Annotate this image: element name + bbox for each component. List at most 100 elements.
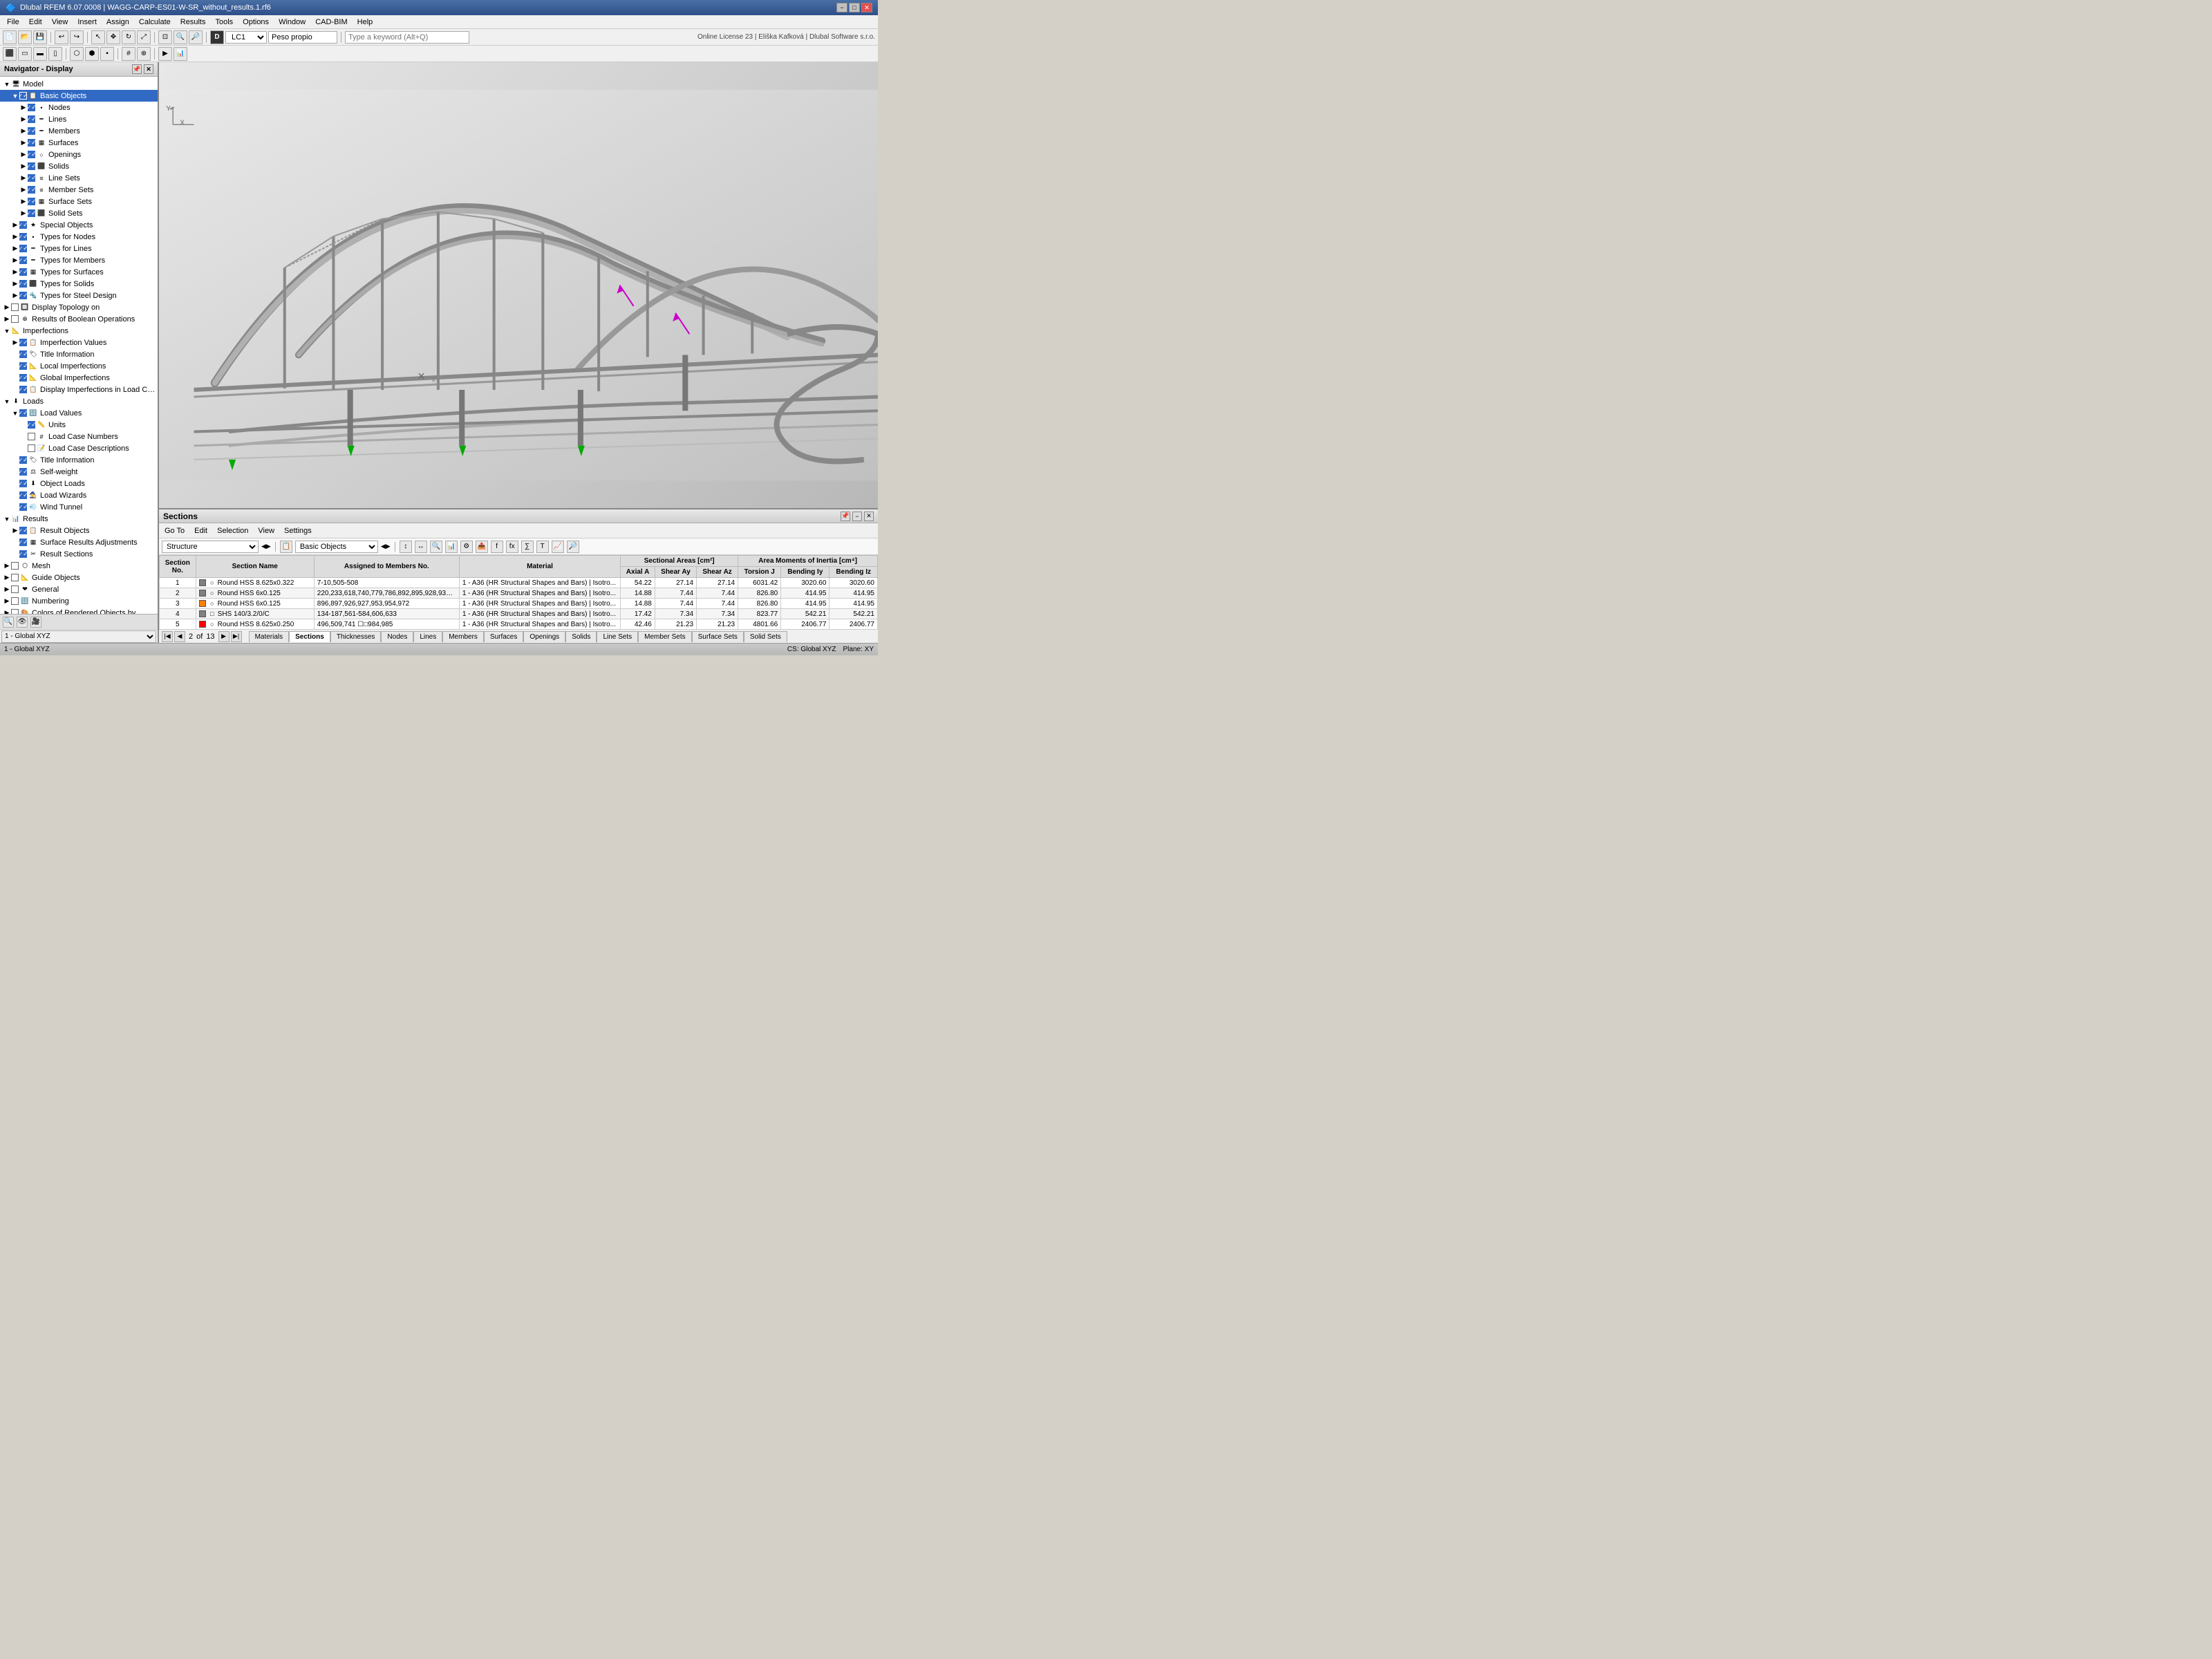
menu-item-results[interactable]: Results bbox=[176, 17, 210, 27]
tree-colors-rendered[interactable]: ▶ 🎨 Colors of Rendered Objects by bbox=[0, 607, 158, 614]
tree-result-sections[interactable]: ✓ ✂ Result Sections bbox=[0, 548, 158, 560]
table-row[interactable]: 3○Round HSS 6x0.125896,897,926,927,953,9… bbox=[160, 599, 878, 609]
tree-load-wizards[interactable]: ✓ 🧙 Load Wizards bbox=[0, 489, 158, 501]
tree-local-imperfections[interactable]: ✓ 📐 Local Imperfections bbox=[0, 360, 158, 372]
tree-types-members[interactable]: ▶ ✓ ━ Types for Members bbox=[0, 254, 158, 266]
tree-surface-results-adj[interactable]: ✓ ▦ Surface Results Adjustments bbox=[0, 536, 158, 548]
filter-icon-1[interactable]: 📋 bbox=[280, 541, 292, 553]
expand-loads[interactable]: ▼ bbox=[3, 397, 11, 406]
menu-item-cadbim[interactable]: CAD-BIM bbox=[311, 17, 351, 27]
cb-members[interactable]: ✓ bbox=[28, 127, 35, 135]
filter-icon-12[interactable]: 📈 bbox=[552, 541, 564, 553]
cb-surface-sets[interactable]: ✓ bbox=[28, 198, 35, 205]
sections-selection[interactable]: Selection bbox=[214, 526, 251, 536]
menu-item-calculate[interactable]: Calculate bbox=[135, 17, 175, 27]
redo-button[interactable]: ↪ bbox=[70, 30, 84, 44]
cb-types-members[interactable]: ✓ bbox=[19, 256, 27, 264]
tree-results[interactable]: ▼ 📊 Results bbox=[0, 513, 158, 525]
filter-icon-6[interactable]: ⚙ bbox=[460, 541, 473, 553]
filter-icon-10[interactable]: ∑ bbox=[521, 541, 534, 553]
cb-general[interactable] bbox=[11, 585, 19, 593]
menu-item-assign[interactable]: Assign bbox=[102, 17, 133, 27]
sections-table-container[interactable]: SectionNo. Section Name Assigned to Memb… bbox=[159, 555, 878, 629]
sections-minimize-button[interactable]: − bbox=[852, 512, 862, 521]
sections-edit[interactable]: Edit bbox=[191, 526, 210, 536]
tree-member-sets[interactable]: ▶ ✓ ≡ Member Sets bbox=[0, 184, 158, 196]
cb-self-weight[interactable]: ✓ bbox=[19, 468, 27, 476]
tree-general[interactable]: ▶ ❤ General bbox=[0, 583, 158, 595]
sections-settings[interactable]: Settings bbox=[281, 526, 315, 536]
tree-self-weight[interactable]: ✓ ⚖ Self-weight bbox=[0, 466, 158, 478]
cb-guide-objects[interactable] bbox=[11, 574, 19, 581]
view-side-button[interactable]: ▯ bbox=[48, 47, 62, 61]
cb-surfaces[interactable]: ✓ bbox=[28, 139, 35, 147]
search-input[interactable] bbox=[345, 31, 469, 44]
filter-icon-4[interactable]: 🔍 bbox=[430, 541, 442, 553]
tree-solids[interactable]: ▶ ✓ ⬛ Solids bbox=[0, 160, 158, 172]
filter-icon-8[interactable]: f bbox=[491, 541, 503, 553]
tree-imperfection-values[interactable]: ▶ ✓ 📋 Imperfection Values bbox=[0, 337, 158, 348]
cb-mesh[interactable] bbox=[11, 562, 19, 570]
tree-members[interactable]: ▶ ✓ ━ Members bbox=[0, 125, 158, 137]
filter-icon-9[interactable]: fx bbox=[506, 541, 518, 553]
tree-loads[interactable]: ▼ ⬇ Loads bbox=[0, 395, 158, 407]
cb-types-lines[interactable]: ✓ bbox=[19, 245, 27, 252]
page-prev-button[interactable]: ◀ bbox=[174, 631, 185, 642]
cb-boolean-results[interactable] bbox=[11, 315, 19, 323]
cb-wind-tunnel[interactable]: ✓ bbox=[19, 503, 27, 511]
page-first-button[interactable]: |◀ bbox=[162, 631, 173, 642]
nav-pin-button[interactable]: 📌 bbox=[132, 64, 142, 74]
expand-mesh[interactable]: ▶ bbox=[3, 562, 11, 570]
page-tab-lines[interactable]: Lines bbox=[413, 631, 442, 642]
tree-basic-objects[interactable]: ▼ ✓ 📋 Basic Objects bbox=[0, 90, 158, 102]
page-tab-member-sets[interactable]: Member Sets bbox=[638, 631, 691, 642]
tree-load-values[interactable]: ▼ ✓ 🔢 Load Values bbox=[0, 407, 158, 419]
filter-icon-13[interactable]: 🔎 bbox=[567, 541, 579, 553]
sections-goto[interactable]: Go To bbox=[162, 526, 187, 536]
sections-view[interactable]: View bbox=[255, 526, 277, 536]
cb-lc-desc[interactable] bbox=[28, 444, 35, 452]
cb-global-imp[interactable]: ✓ bbox=[19, 374, 27, 382]
cb-types-steel[interactable]: ✓ bbox=[19, 292, 27, 299]
cb-result-objects[interactable]: ✓ bbox=[19, 527, 27, 534]
nav-bottom-btn2[interactable]: 👁 bbox=[17, 617, 28, 628]
expand-lc-numbers[interactable] bbox=[19, 433, 28, 441]
render-solid-button[interactable]: ⬢ bbox=[85, 47, 99, 61]
menu-item-help[interactable]: Help bbox=[353, 17, 377, 27]
structure-filter-dropdown[interactable]: Structure bbox=[162, 541, 259, 553]
minimize-button[interactable]: − bbox=[836, 3, 847, 12]
scale-button[interactable]: ⤢ bbox=[137, 30, 151, 44]
expand-colors-rendered[interactable]: ▶ bbox=[3, 609, 11, 615]
cb-object-loads[interactable]: ✓ bbox=[19, 480, 27, 487]
move-button[interactable]: ✥ bbox=[106, 30, 120, 44]
table-row[interactable]: 5○Round HSS 8.625x0.250496,509,741 ☐□984… bbox=[160, 619, 878, 630]
menu-item-file[interactable]: File bbox=[3, 17, 24, 27]
page-tab-solids[interactable]: Solids bbox=[565, 631, 597, 642]
cb-member-sets[interactable]: ✓ bbox=[28, 186, 35, 194]
cb-load-wizards[interactable]: ✓ bbox=[19, 491, 27, 499]
nav-bottom-btn1[interactable]: 🔍 bbox=[3, 617, 14, 628]
filter-icon-11[interactable]: T bbox=[536, 541, 549, 553]
expand-display-topology[interactable]: ▶ bbox=[3, 303, 11, 312]
menu-item-insert[interactable]: Insert bbox=[73, 17, 101, 27]
save-button[interactable]: 💾 bbox=[33, 30, 47, 44]
cb-lc-numbers[interactable] bbox=[28, 433, 35, 440]
filter-icon-2[interactable]: ↕ bbox=[400, 541, 412, 553]
page-tab-materials[interactable]: Materials bbox=[249, 631, 290, 642]
cb-nodes[interactable]: ✓ bbox=[28, 104, 35, 111]
tree-surfaces[interactable]: ▶ ✓ ▦ Surfaces bbox=[0, 137, 158, 149]
cb-result-sections[interactable]: ✓ bbox=[19, 550, 27, 558]
calc-button[interactable]: ▶ bbox=[158, 47, 172, 61]
cb-types-surfaces[interactable]: ✓ bbox=[19, 268, 27, 276]
menu-item-options[interactable]: Options bbox=[238, 17, 273, 27]
tree-numbering[interactable]: ▶ 🔢 Numbering bbox=[0, 595, 158, 607]
cb-line-sets[interactable]: ✓ bbox=[28, 174, 35, 182]
results-button[interactable]: 📊 bbox=[174, 47, 187, 61]
cb-load-values[interactable]: ✓ bbox=[19, 409, 27, 417]
new-button[interactable]: 📄 bbox=[3, 30, 17, 44]
filter-icon-5[interactable]: 📊 bbox=[445, 541, 458, 553]
view-front-button[interactable]: ▭ bbox=[18, 47, 32, 61]
tree-types-solids[interactable]: ▶ ✓ ⬛ Types for Solids bbox=[0, 278, 158, 290]
nav-bottom-btn3[interactable]: 🎥 bbox=[30, 617, 41, 628]
viewport-3d[interactable]: ✕ × Y X bbox=[159, 62, 878, 508]
